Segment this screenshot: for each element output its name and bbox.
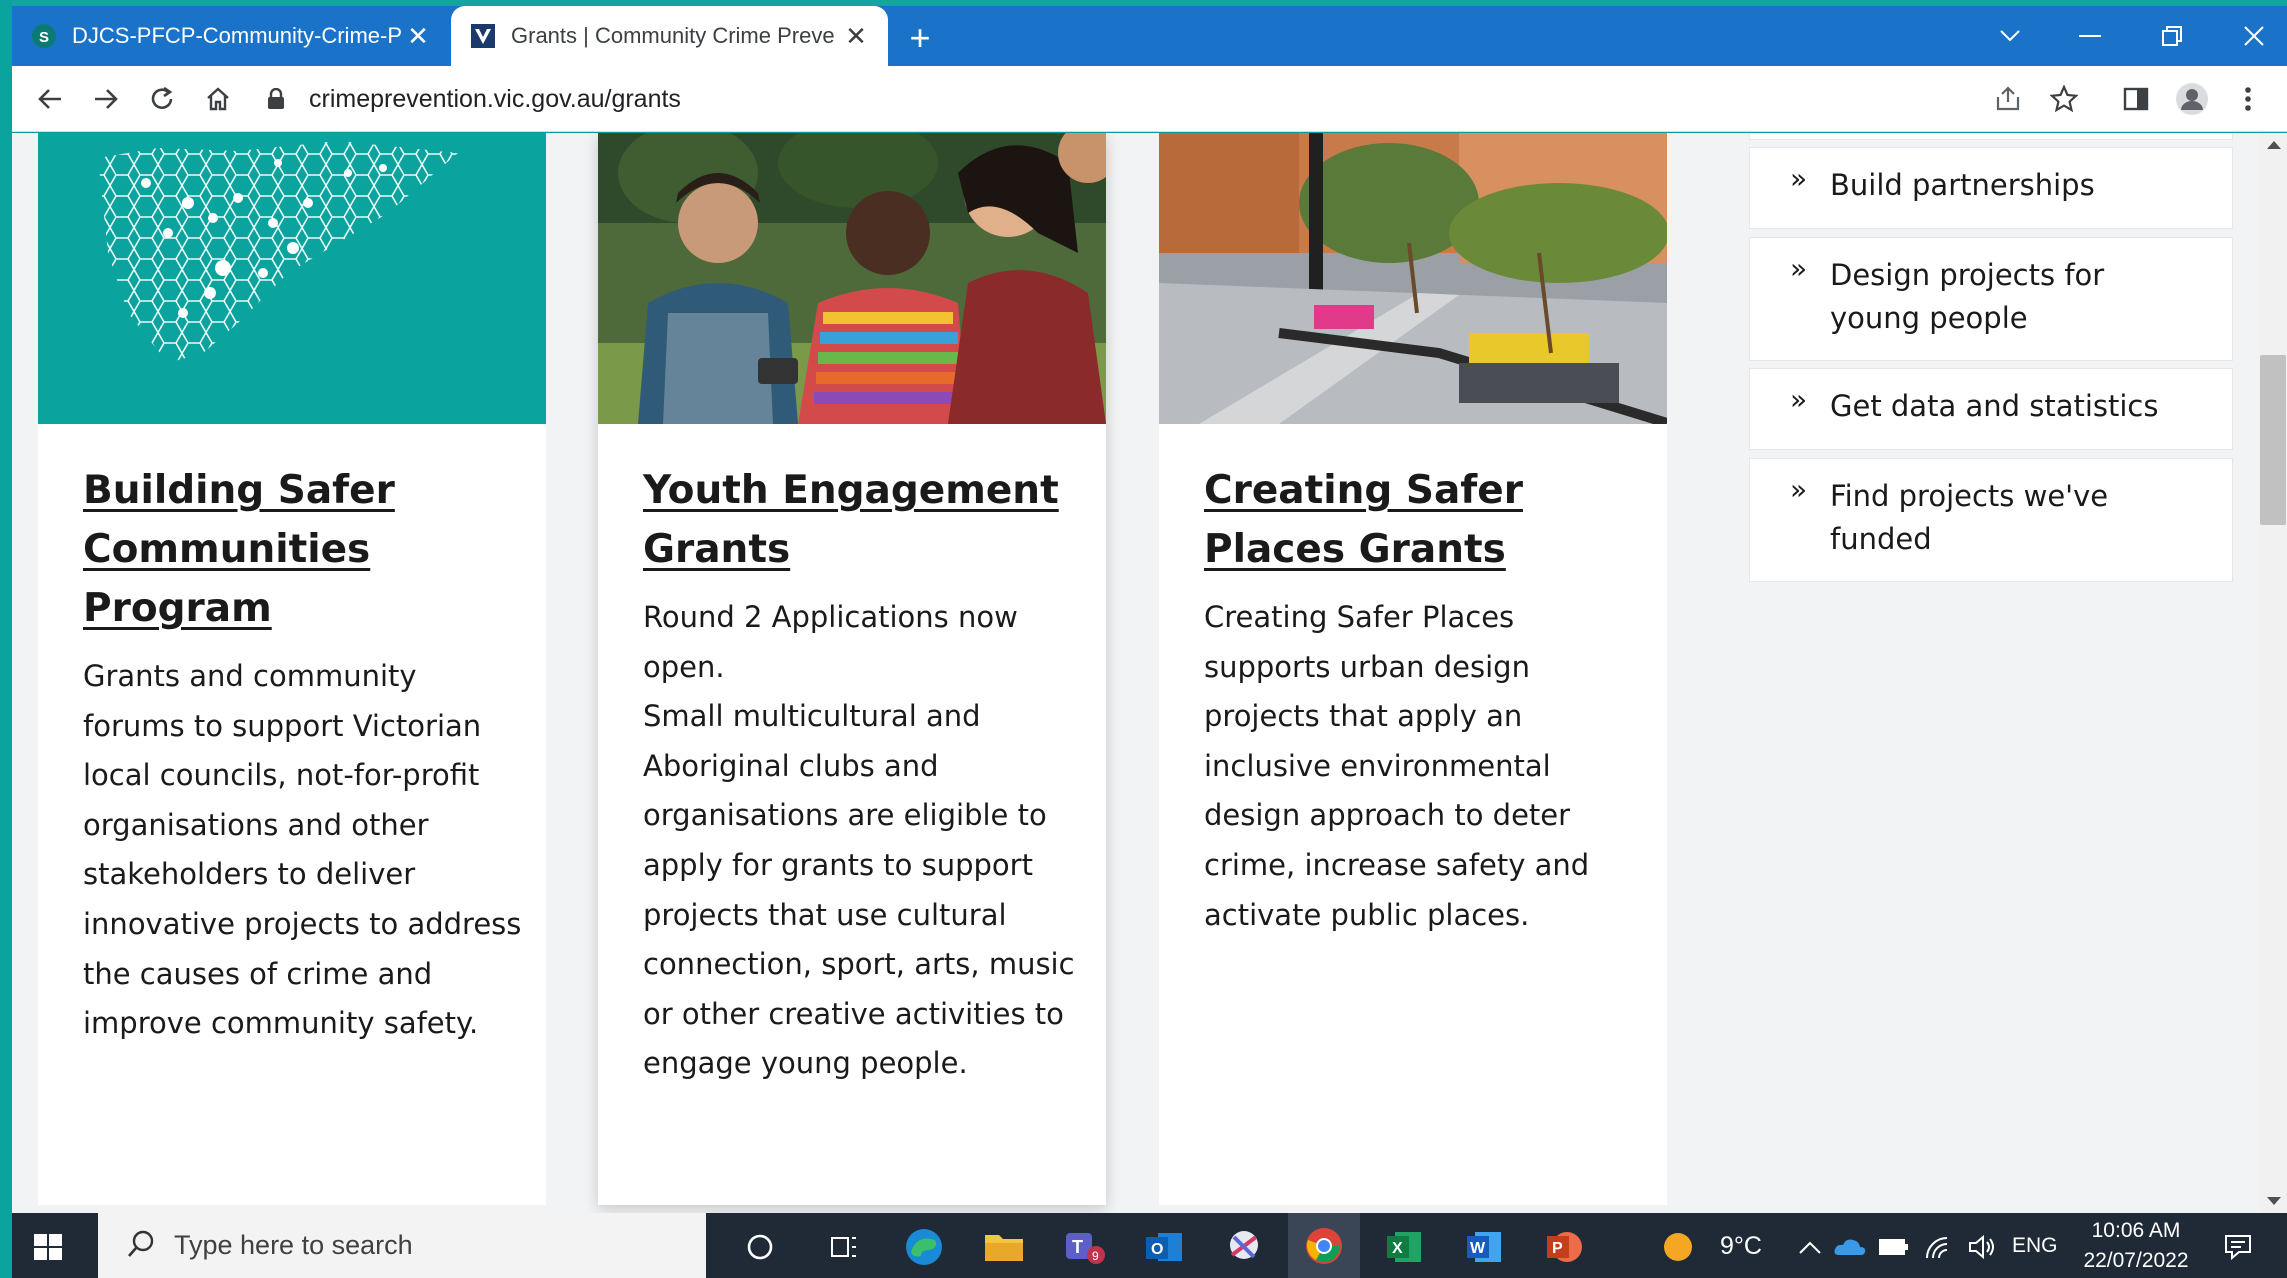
address-bar[interactable]: crimeprevention.vic.gov.au/grants [267, 74, 1967, 124]
svg-text:P: P [1552, 1240, 1563, 1257]
slide-frame-left [0, 0, 12, 1278]
restore-button[interactable] [2142, 12, 2202, 60]
sidebar-link-design-projects[interactable]: » Design projects for young people [1749, 237, 2233, 361]
card-body: Youth Engagement Grants Round 2 Applicat… [643, 461, 1083, 1089]
svg-text:T: T [1072, 1237, 1083, 1257]
lock-icon [267, 88, 289, 110]
young-people-photo[interactable] [598, 133, 1106, 424]
clock-time[interactable]: 10:06 AM [2076, 1219, 2196, 1243]
sidebar-link-label: Find projects we've funded [1830, 479, 2109, 556]
reload-button[interactable] [140, 77, 184, 121]
tab-title: Grants | Community Crime Preve [511, 23, 835, 48]
close-tab-icon[interactable]: ✕ [404, 21, 432, 51]
scroll-down-arrow-icon[interactable] [2267, 1197, 2281, 1205]
card-creating-safer-places: Creating Safer Places Grants Creating Sa… [1159, 133, 1667, 1205]
forward-button[interactable] [84, 77, 128, 121]
double-chevron-right-icon: » [1790, 473, 1808, 506]
notification-center-icon[interactable] [2212, 1221, 2264, 1273]
tab-djcs-sharepoint[interactable]: S DJCS-PFCP-Community-Crime-P ✕ [12, 6, 450, 66]
snipping-tool-icon[interactable] [1218, 1221, 1270, 1273]
outlook-icon[interactable]: O [1138, 1221, 1190, 1273]
close-tab-icon[interactable]: ✕ [842, 21, 870, 51]
share-icon[interactable] [1986, 77, 2030, 121]
sharepoint-icon: S [30, 22, 58, 50]
sidebar-link-partial[interactable] [1749, 133, 2233, 140]
menu-kebab-icon[interactable] [2226, 77, 2270, 121]
weather-temperature[interactable]: 9°C [1720, 1232, 1762, 1261]
search-icon [126, 1229, 156, 1263]
scroll-up-arrow-icon[interactable] [2267, 141, 2281, 149]
chrome-icon[interactable] [1288, 1213, 1360, 1278]
card-title-link[interactable]: Youth Engagement Grants [643, 461, 1083, 579]
task-view-icon[interactable] [818, 1221, 870, 1273]
tab-search-chevron-icon[interactable] [1980, 12, 2040, 60]
tab-grants[interactable]: Grants | Community Crime Preve ✕ [451, 6, 888, 66]
page-viewport: Building Safer Communities Program Grant… [12, 133, 2259, 1213]
page-scrollbar[interactable] [2259, 133, 2287, 1213]
card-description: Grants and community forums to support V… [83, 659, 522, 1041]
bookmark-star-icon[interactable] [2042, 77, 2086, 121]
search-placeholder: Type here to search [174, 1230, 413, 1260]
card-body: Building Safer Communities Program Grant… [83, 461, 523, 1049]
victoria-map-image[interactable] [38, 133, 546, 424]
sidebar-link-data-statistics[interactable]: » Get data and statistics [1749, 368, 2233, 450]
volume-icon[interactable] [1956, 1221, 2008, 1273]
home-button[interactable] [196, 77, 240, 121]
double-chevron-right-icon: » [1790, 162, 1808, 195]
card-building-safer-communities: Building Safer Communities Program Grant… [38, 133, 546, 1205]
windows-start-icon[interactable] [26, 1225, 70, 1269]
sidebar-link-label: Get data and statistics [1830, 389, 2159, 423]
scrollbar-thumb[interactable] [2260, 355, 2286, 525]
browser-tab-strip: S DJCS-PFCP-Community-Crime-P ✕ Grants |… [12, 6, 2287, 66]
svg-text:O: O [1151, 1241, 1163, 1258]
url-text: crimeprevention.vic.gov.au/grants [309, 84, 681, 113]
file-explorer-icon[interactable] [978, 1221, 1030, 1273]
svg-text:9: 9 [1092, 1249, 1099, 1263]
word-icon[interactable]: W [1458, 1221, 1510, 1273]
double-chevron-right-icon: » [1790, 383, 1808, 416]
new-tab-button[interactable]: + [900, 17, 940, 58]
double-chevron-right-icon: » [1790, 252, 1808, 285]
cortana-icon[interactable] [734, 1221, 786, 1273]
back-button[interactable] [28, 77, 72, 121]
vic-gov-icon [469, 22, 497, 50]
close-window-button[interactable] [2224, 12, 2284, 60]
svg-text:X: X [1392, 1240, 1403, 1257]
powerpoint-icon[interactable]: P [1538, 1221, 1590, 1273]
card-title-link[interactable]: Creating Safer Places Grants [1204, 461, 1644, 579]
card-title-link[interactable]: Building Safer Communities Program [83, 461, 523, 638]
clock-date[interactable]: 22/07/2022 [2066, 1249, 2206, 1273]
svg-text:W: W [1470, 1240, 1486, 1257]
tab-title: DJCS-PFCP-Community-Crime-P [72, 23, 403, 48]
side-panel-icon[interactable] [2114, 77, 2158, 121]
profile-avatar-icon[interactable] [2170, 77, 2214, 121]
urban-plaza-photo[interactable] [1159, 133, 1667, 424]
card-youth-engagement-grants: Youth Engagement Grants Round 2 Applicat… [598, 133, 1106, 1205]
taskbar-search-box[interactable]: Type here to search [98, 1213, 706, 1278]
edge-browser-icon[interactable] [898, 1221, 950, 1273]
sidebar-link-label: Design projects for young people [1830, 258, 2105, 335]
card-description: Creating Safer Places supports urban des… [1204, 600, 1590, 932]
sidebar-link-funded-projects[interactable]: » Find projects we've funded [1749, 458, 2233, 582]
sidebar-link-build-partnerships[interactable]: » Build partnerships [1749, 147, 2233, 229]
svg-text:S: S [39, 29, 49, 46]
weather-sun-icon[interactable] [1652, 1221, 1704, 1273]
card-description: Round 2 Applications now open. Small mul… [643, 600, 1075, 1081]
teams-icon[interactable]: T9 [1058, 1221, 1110, 1273]
sidebar-link-label: Build partnerships [1830, 168, 2095, 202]
card-body: Creating Safer Places Grants Creating Sa… [1204, 461, 1644, 940]
windows-taskbar: Type here to search T9 O X W P 9°C ENG 1… [12, 1213, 2287, 1278]
input-language[interactable]: ENG [2012, 1234, 2058, 1258]
browser-toolbar: crimeprevention.vic.gov.au/grants [12, 66, 2287, 132]
excel-icon[interactable]: X [1378, 1221, 1430, 1273]
minimize-button[interactable] [2060, 12, 2120, 60]
